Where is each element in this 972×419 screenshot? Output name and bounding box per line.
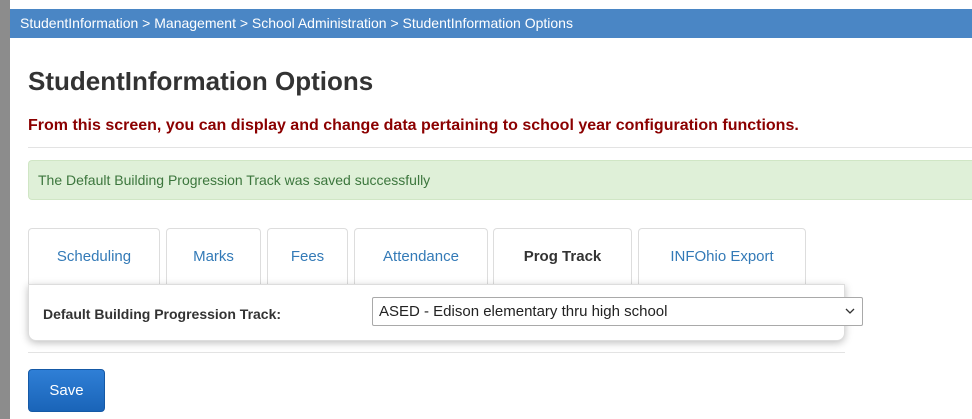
prog-track-panel: Default Building Progression Track: ASED… <box>28 284 863 341</box>
window-frame-left <box>0 0 10 419</box>
chevron-down-icon <box>845 308 855 314</box>
tab-scheduling[interactable]: Scheduling <box>28 228 160 284</box>
default-track-select[interactable]: ASED - Edison elementary thru high schoo… <box>372 297 863 326</box>
divider <box>28 352 845 353</box>
success-alert: The Default Building Progression Track w… <box>28 160 972 200</box>
tab-marks[interactable]: Marks <box>166 228 261 284</box>
breadcrumb: StudentInformation > Management > School… <box>10 9 972 38</box>
page-title: StudentInformation Options <box>28 66 374 96</box>
save-button[interactable]: Save <box>28 369 105 412</box>
tab-prog-track[interactable]: Prog Track <box>493 228 632 284</box>
tab-infohio-export[interactable]: INFOhio Export <box>638 228 806 284</box>
tab-fees[interactable]: Fees <box>267 228 348 284</box>
default-track-selected-value: ASED - Edison elementary thru high schoo… <box>379 303 668 320</box>
tab-attendance[interactable]: Attendance <box>354 228 488 284</box>
divider <box>28 147 972 148</box>
page-subtitle: From this screen, you can display and ch… <box>28 117 799 134</box>
default-track-label: Default Building Progression Track: <box>43 306 282 322</box>
